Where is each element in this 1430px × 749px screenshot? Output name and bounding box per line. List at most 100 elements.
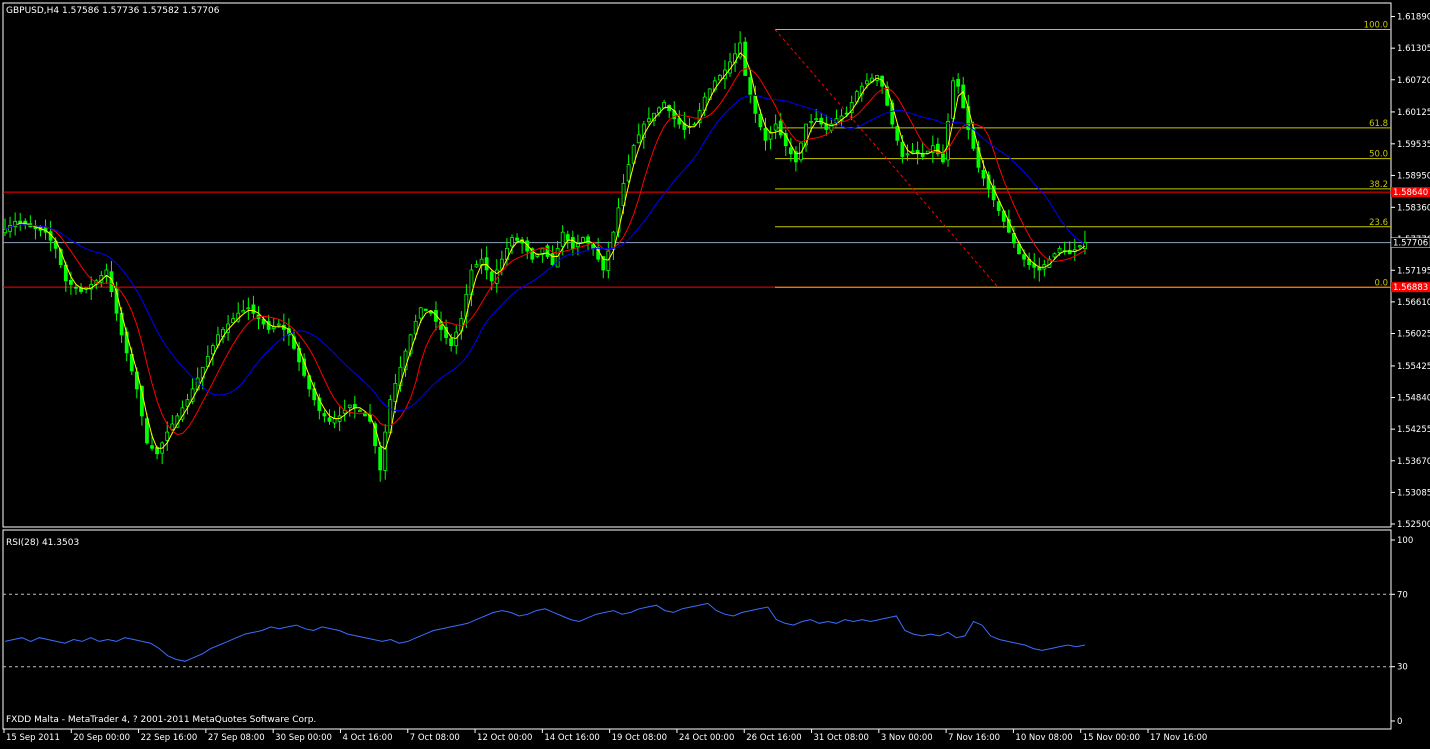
candle-body xyxy=(1022,254,1026,260)
time-tick-label: 15 Sep 2011 xyxy=(6,733,60,743)
candle-body xyxy=(778,120,783,136)
time-tick-label: 14 Oct 16:00 xyxy=(544,733,599,743)
candle-body xyxy=(951,80,955,119)
candle-body xyxy=(905,153,910,156)
candle-body xyxy=(150,445,154,449)
candle-body xyxy=(910,150,915,153)
time-tick-label: 12 Oct 00:00 xyxy=(477,733,532,743)
candle-body xyxy=(1037,267,1042,271)
candle-body xyxy=(636,134,641,144)
candle-body xyxy=(748,77,753,95)
price-tick-label: 1.60720 xyxy=(1397,76,1430,86)
price-tick-label: 1.54255 xyxy=(1397,425,1430,435)
candle-body xyxy=(956,78,961,87)
fib-level-label: 100.0 xyxy=(1364,21,1388,31)
candle-body xyxy=(357,410,362,412)
price-tick-label: 1.61305 xyxy=(1397,44,1430,54)
candle-body xyxy=(515,237,519,241)
candle-body xyxy=(74,286,78,289)
support-price-tag-label: 1.56883 xyxy=(1393,283,1428,293)
candle-body xyxy=(570,236,575,249)
symbol-header: GBPUSD,H4 1.57586 1.57736 1.57582 1.5770… xyxy=(6,6,220,16)
candle-body xyxy=(788,147,793,155)
rsi-tick-label: 100 xyxy=(1397,536,1413,546)
candle-body xyxy=(565,234,570,241)
fib-level-label: 23.6 xyxy=(1369,218,1388,228)
candle-body xyxy=(900,141,905,157)
candle-body xyxy=(560,231,565,247)
price-tick-label: 1.53670 xyxy=(1397,457,1430,467)
candle-body xyxy=(165,431,170,441)
price-tick-label: 1.58360 xyxy=(1397,203,1430,213)
candle-body xyxy=(276,323,281,326)
fib-level-label: 0.0 xyxy=(1374,278,1388,288)
candle-body xyxy=(981,170,986,179)
candle-body xyxy=(423,308,428,311)
candle-body xyxy=(763,127,768,141)
candle-body xyxy=(418,307,423,319)
candle-body xyxy=(378,446,383,471)
fib-level-label: 50.0 xyxy=(1369,150,1388,160)
candle-body xyxy=(210,345,215,355)
resistance-price-tag-label: 1.58640 xyxy=(1393,188,1428,198)
candle-body xyxy=(3,229,7,234)
rsi-header: RSI(28) 41.3503 xyxy=(6,538,79,548)
price-tick-label: 1.56610 xyxy=(1397,298,1430,308)
time-tick-label: 27 Sep 08:00 xyxy=(208,733,265,743)
price-tick-label: 1.59535 xyxy=(1397,140,1430,150)
time-tick-label: 22 Sep 16:00 xyxy=(141,733,198,743)
candle-body xyxy=(606,250,611,272)
rsi-tick-label: 0 xyxy=(1397,717,1402,727)
time-tick-label: 4 Oct 16:00 xyxy=(342,733,392,743)
time-tick-label: 17 Nov 16:00 xyxy=(1150,733,1207,743)
price-tick-label: 1.52500 xyxy=(1397,520,1430,530)
candle-body xyxy=(474,264,479,268)
time-tick-label: 19 Oct 08:00 xyxy=(612,733,667,743)
candle-body xyxy=(231,318,236,324)
candle-body xyxy=(895,126,900,141)
candle-body xyxy=(545,245,550,257)
price-tick-label: 1.54840 xyxy=(1397,394,1430,404)
price-tick-label: 1.55425 xyxy=(1397,362,1430,372)
price-tick-label: 1.60125 xyxy=(1397,108,1430,118)
candle-body xyxy=(865,80,869,85)
candle-body xyxy=(241,310,246,313)
current-price-tag-label: 1.57706 xyxy=(1393,239,1428,249)
candle-body xyxy=(69,280,73,285)
rsi-tick-label: 70 xyxy=(1397,590,1408,600)
candle-body xyxy=(489,271,494,282)
candle-body xyxy=(510,237,514,247)
time-tick-label: 10 Nov 08:00 xyxy=(1015,733,1072,743)
time-tick-label: 15 Nov 00:00 xyxy=(1083,733,1140,743)
chart-canvas[interactable]: GBPUSD,H4 1.57586 1.57736 1.57582 1.5770… xyxy=(0,0,1430,745)
price-tick-label: 1.57195 xyxy=(1397,266,1430,276)
candle-body xyxy=(646,118,651,123)
price-tick-label: 1.53085 xyxy=(1397,488,1430,498)
price-tick-label: 1.61890 xyxy=(1397,13,1430,23)
time-tick-label: 7 Nov 16:00 xyxy=(948,733,1000,743)
time-tick-label: 3 Nov 00:00 xyxy=(881,733,933,743)
price-tick-label: 1.58950 xyxy=(1397,171,1430,181)
candle-body xyxy=(1052,253,1057,258)
time-tick-label: 30 Sep 00:00 xyxy=(275,733,332,743)
candle-body xyxy=(251,304,256,314)
candle-body xyxy=(773,123,778,131)
fib-level-label: 38.2 xyxy=(1369,180,1388,190)
candle-body xyxy=(145,418,149,444)
candle-body xyxy=(449,338,454,347)
candle-body xyxy=(347,404,352,408)
candle-body xyxy=(246,307,251,310)
chart-background xyxy=(0,0,1430,745)
candle-body xyxy=(327,417,332,422)
candle-body xyxy=(484,257,489,271)
time-tick-label: 7 Oct 08:00 xyxy=(410,733,460,743)
candle-body xyxy=(332,418,337,424)
candle-body xyxy=(1077,245,1082,248)
candle-body xyxy=(383,431,388,471)
footer-copyright: FXDD Malta - MetaTrader 4, ? 2001-2011 M… xyxy=(6,715,316,725)
candle-body xyxy=(581,237,585,243)
time-tick-label: 31 Oct 08:00 xyxy=(814,733,869,743)
candle-body xyxy=(322,413,327,417)
time-tick-label: 20 Sep 00:00 xyxy=(73,733,130,743)
mt4-chart-window: GBPUSD,H4 1.57586 1.57736 1.57582 1.5770… xyxy=(0,0,1430,745)
